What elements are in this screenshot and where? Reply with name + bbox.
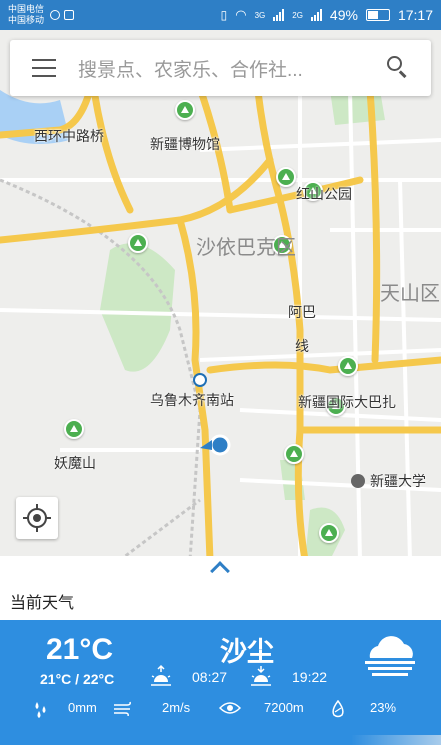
- weather-details: 0mm 2m/s 7200m 23%: [0, 698, 441, 720]
- sunset-icon: [251, 666, 271, 686]
- location-status-icon: [50, 10, 61, 20]
- signal-2-icon: [310, 9, 322, 21]
- signal-1-icon: [273, 9, 285, 21]
- rain-drop-icon: [35, 702, 46, 718]
- search-bar[interactable]: 搜景点、农家乐、合作社...: [10, 40, 431, 96]
- battery-percent: 49%: [329, 7, 358, 23]
- menu-icon[interactable]: [32, 59, 56, 77]
- weather-sheet[interactable]: 当前天气: [0, 556, 441, 620]
- search-input[interactable]: 搜景点、农家乐、合作社...: [78, 55, 383, 82]
- label-yaomoshan[interactable]: 妖魔山: [54, 453, 96, 473]
- vibrate-icon: ▯: [220, 8, 228, 22]
- humidity-value: 23%: [370, 700, 397, 715]
- poi-yaomoshan-icon[interactable]: [64, 419, 84, 439]
- label-road-xian: 线: [295, 338, 309, 354]
- label-park[interactable]: 红山公园: [296, 184, 352, 204]
- label-xihuan-bridge[interactable]: 西环中路桥: [34, 126, 104, 146]
- precipitation-value: 0mm: [68, 700, 97, 715]
- label-museum[interactable]: 新疆博物馆: [150, 134, 220, 154]
- label-university[interactable]: 新疆大学: [370, 471, 426, 491]
- wind-value: 2m/s: [162, 700, 191, 715]
- university-icon[interactable]: [351, 474, 365, 488]
- weather-panel[interactable]: 21°C 21°C / 22°C 沙尘 08:27 19:22 0mm 2m/s: [0, 620, 441, 745]
- watermark: [351, 735, 441, 745]
- station-icon[interactable]: [193, 373, 207, 387]
- battery-icon: [365, 9, 390, 21]
- poi-green-3-icon[interactable]: [319, 523, 339, 543]
- temperature-range: 21°C / 22°C: [40, 671, 115, 687]
- poi-green-2-icon[interactable]: [284, 444, 304, 464]
- humidity-icon: [332, 700, 344, 718]
- network-2-label: 2G: [292, 10, 303, 20]
- label-road-aba: 阿巴: [288, 304, 316, 320]
- map-view[interactable]: 西环中路桥 新疆博物馆 红山公园 沙依巴克区 天山区 阿巴 线 新疆国际大巴扎 …: [0, 30, 441, 560]
- wind-icon: [114, 701, 131, 716]
- label-bazaar[interactable]: 新疆国际大巴扎: [298, 392, 396, 412]
- label-district-tianshan: 天山区: [380, 283, 440, 305]
- label-station[interactable]: 乌鲁木齐南站: [150, 390, 234, 410]
- chevron-up-icon[interactable]: [210, 561, 230, 581]
- carrier-info: 中国电信 中国移动: [8, 4, 44, 26]
- poi-bazaar-icon[interactable]: [338, 356, 358, 376]
- visibility-value: 7200m: [264, 700, 304, 715]
- cloud-icon: [365, 636, 415, 676]
- notification-icons: [50, 10, 75, 20]
- search-icon[interactable]: [383, 53, 413, 83]
- locate-button[interactable]: [16, 497, 58, 539]
- current-temperature: 21°C: [46, 633, 114, 666]
- poi-park-icon[interactable]: [276, 167, 296, 187]
- sunrise-icon: [151, 664, 171, 686]
- poi-museum-icon[interactable]: [175, 100, 195, 120]
- network-1-label: 3G: [254, 10, 266, 20]
- carrier-2: 中国移动: [8, 15, 45, 25]
- app-notification-icon: [64, 10, 75, 20]
- sunrise-time: 08:27: [192, 669, 228, 685]
- label-district-shayibake: 沙依巴克区: [196, 237, 296, 259]
- status-bar: 中国电信 中国移动 ▯ ◠ 3G 2G 49% 17:17: [0, 0, 441, 30]
- wifi-icon: ◠: [235, 7, 247, 22]
- eye-icon: [219, 702, 241, 714]
- carrier-1: 中国电信: [8, 4, 45, 14]
- sheet-title: 当前天气: [10, 595, 75, 612]
- sunset-time: 19:22: [292, 669, 328, 685]
- poi-green-icon[interactable]: [128, 233, 148, 253]
- clock: 17:17: [397, 7, 433, 23]
